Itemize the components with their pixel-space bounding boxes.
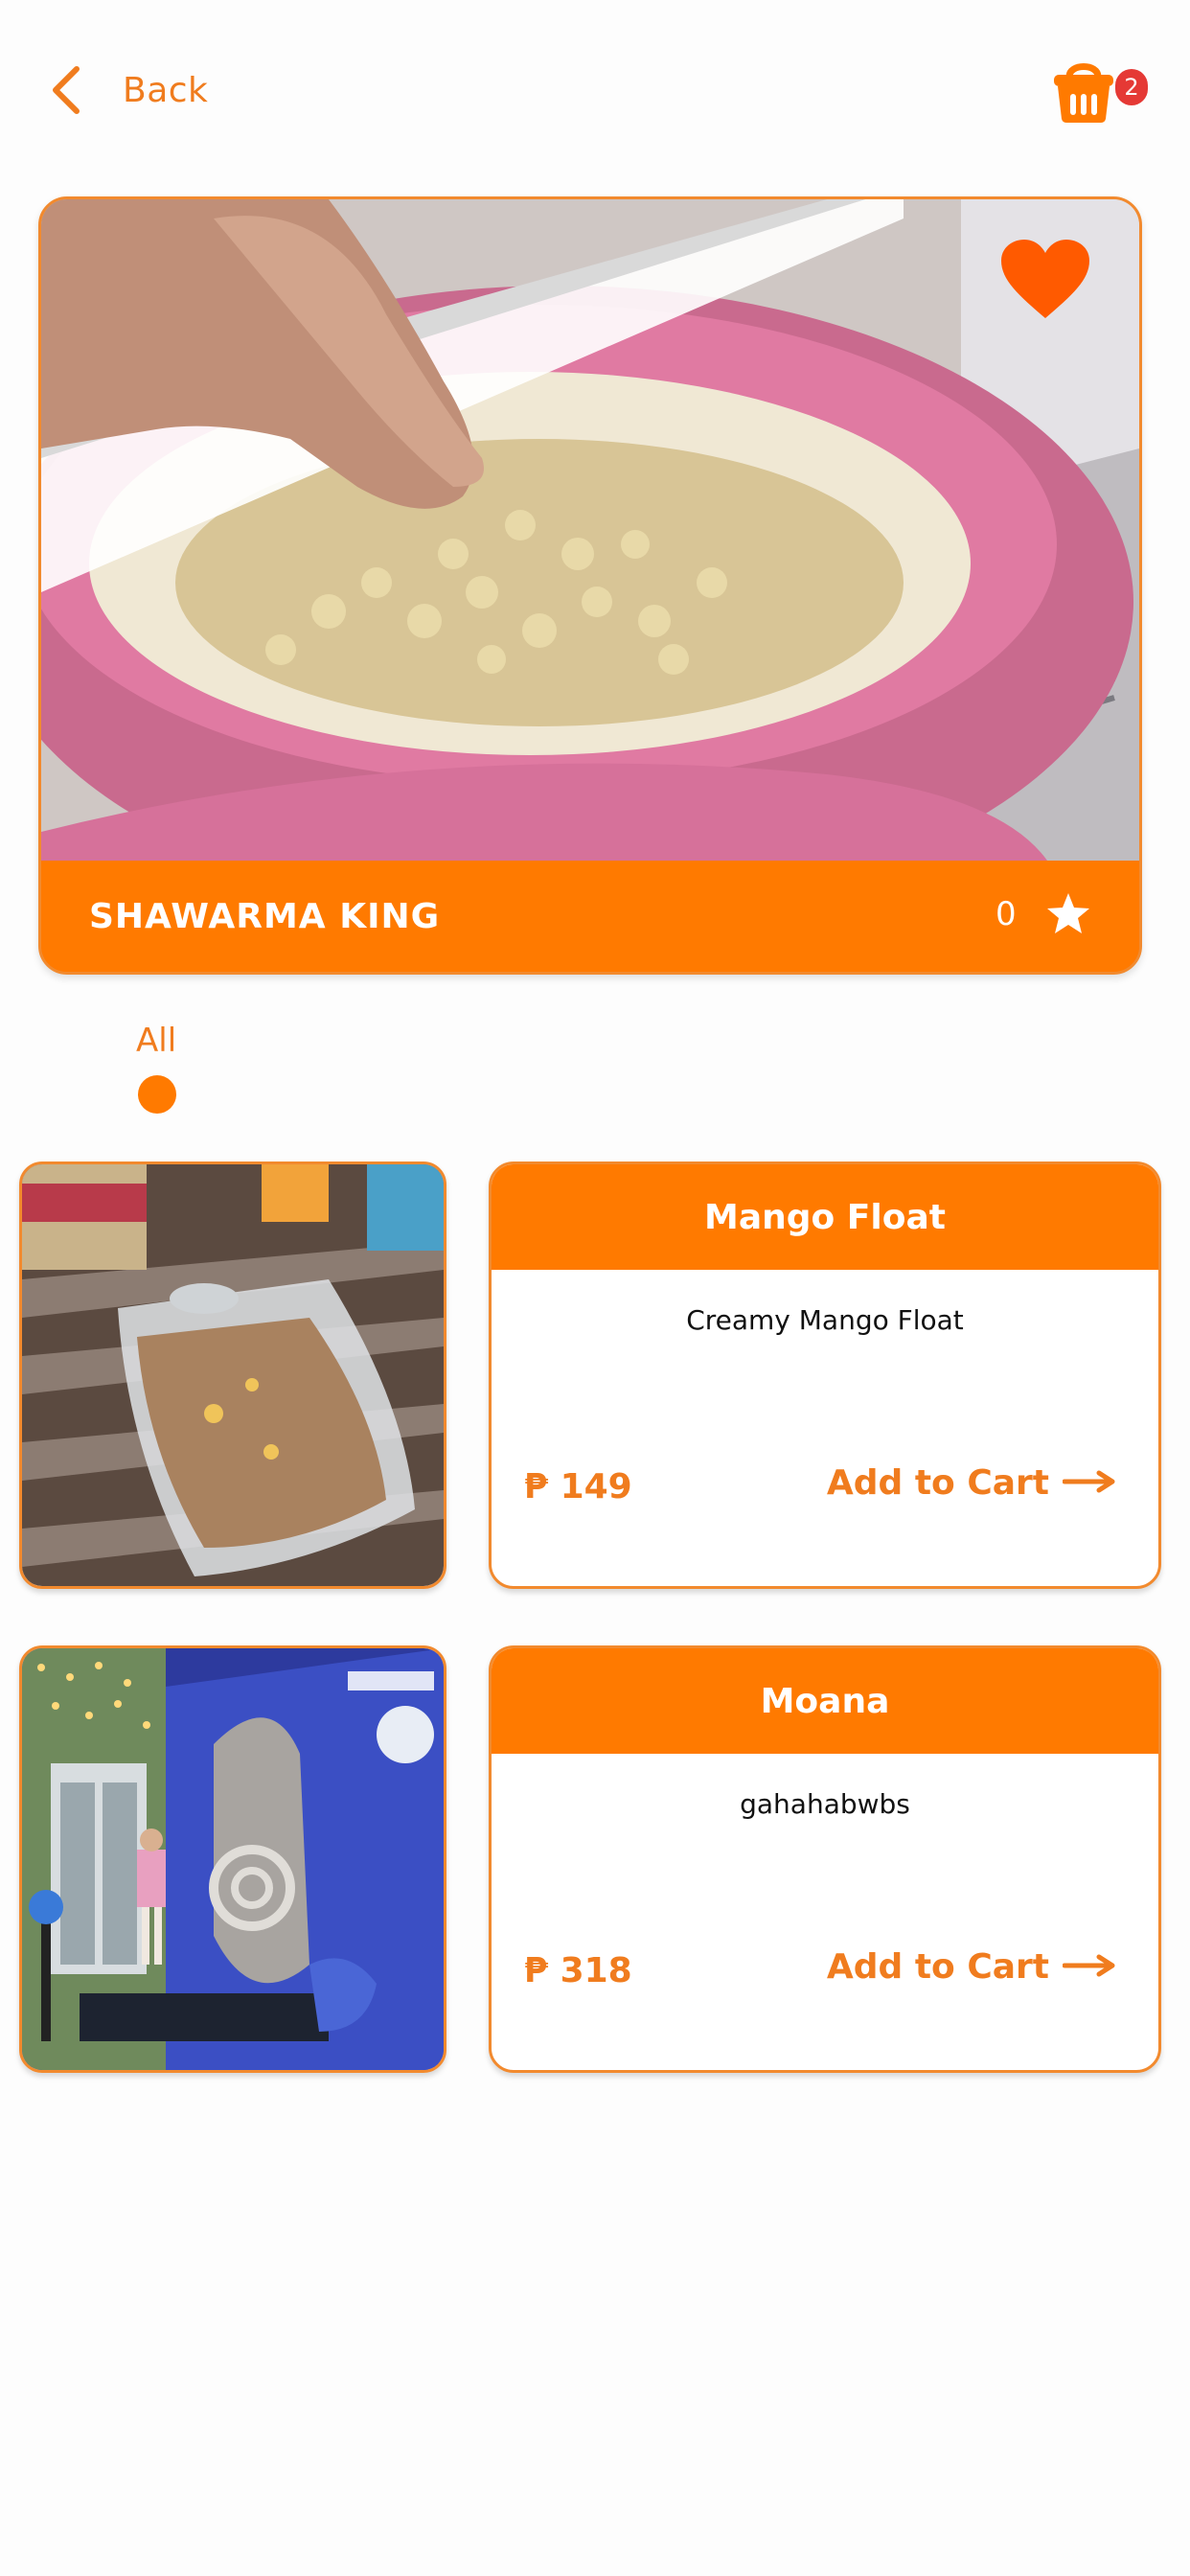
product-price: ₱ 318 <box>524 1951 632 1990</box>
category-label: All <box>136 1022 177 1060</box>
category-tab-all[interactable]: All <box>136 1022 177 1114</box>
basket-icon <box>1050 63 1117 128</box>
cart-count-badge: 2 <box>1115 69 1148 105</box>
app-header: Back 2 <box>0 0 1190 182</box>
product-card: Moana gahahabwbs ₱ 318 Add to Cart <box>489 1645 1161 2073</box>
store-photo <box>41 199 1139 918</box>
product-name: Mango Float <box>492 1164 1158 1270</box>
arrow-right-icon <box>1049 1954 1116 1981</box>
store-hero-card[interactable]: SHAWARMA KING 0 <box>38 196 1142 975</box>
star-icon[interactable] <box>1045 891 1091 939</box>
heart-icon[interactable] <box>999 238 1091 326</box>
rating-count: 0 <box>995 895 1017 933</box>
product-card: Mango Float Creamy Mango Float ₱ 149 Add… <box>489 1162 1161 1589</box>
add-to-cart-label: Add to Cart <box>826 1947 1049 1987</box>
chevron-left-icon <box>50 65 82 115</box>
add-to-cart-button[interactable]: Add to Cart <box>827 1463 1116 1503</box>
product-name: Moana <box>492 1648 1158 1754</box>
product-image[interactable] <box>19 1162 446 1589</box>
product-description: gahahabwbs <box>740 1788 910 1820</box>
store-info-bar: SHAWARMA KING 0 <box>41 861 1139 972</box>
selected-indicator <box>138 1075 176 1114</box>
back-button[interactable]: Back <box>50 59 208 121</box>
add-to-cart-label: Add to Cart <box>826 1463 1049 1503</box>
product-price: ₱ 149 <box>524 1467 632 1506</box>
product-description: Creamy Mango Float <box>686 1304 964 1336</box>
back-label: Back <box>123 70 209 110</box>
cart-button[interactable]: 2 <box>1050 56 1148 128</box>
add-to-cart-button[interactable]: Add to Cart <box>827 1947 1116 1987</box>
store-name: SHAWARMA KING <box>89 897 441 936</box>
product-image[interactable] <box>19 1645 446 2073</box>
arrow-right-icon <box>1049 1470 1116 1497</box>
